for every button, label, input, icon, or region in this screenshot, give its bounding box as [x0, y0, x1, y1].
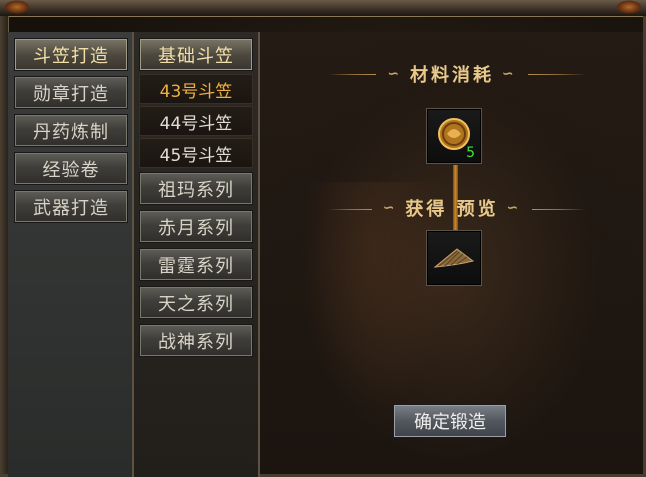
corner-ornament-icon [4, 0, 30, 14]
category-exp-scroll[interactable]: 经验卷 [14, 152, 128, 185]
material-slot[interactable]: 5 [426, 108, 482, 164]
divider-line [532, 209, 586, 210]
category-medal-crafting[interactable]: 勋章打造 [14, 76, 128, 109]
divider-line [328, 74, 376, 75]
group-zuma-series[interactable]: 祖玛系列 [139, 172, 253, 205]
crafting-detail-panel: ∽ 材料消耗 ∽ 5 ∽ 获得 预览 ∽ 确定锻造 [260, 32, 643, 474]
item-hat-45[interactable]: 45号斗笠 [139, 138, 253, 168]
category-weapon-crafting[interactable]: 武器打造 [14, 190, 128, 223]
bamboo-hat-icon [433, 248, 475, 268]
group-leiting-series[interactable]: 雷霆系列 [139, 248, 253, 281]
preview-title: ∽ 获得 预览 ∽ [372, 196, 532, 220]
divider-line [528, 74, 586, 75]
group-basic-hat[interactable]: 基础斗笠 [139, 38, 253, 71]
item-hat-44[interactable]: 44号斗笠 [139, 106, 253, 136]
group-chiyue-series[interactable]: 赤月系列 [139, 210, 253, 243]
result-preview-slot[interactable] [426, 230, 482, 286]
preview-title-text: 获得 预览 [405, 199, 499, 220]
group-tianzhi-series[interactable]: 天之系列 [139, 286, 253, 319]
group-zhanshen-series[interactable]: 战神系列 [139, 324, 253, 357]
material-count: 5 [466, 145, 475, 161]
crafting-window: 斗笠打造 勋章打造 丹药炼制 经验卷 武器打造 基础斗笠 43号斗笠 44号斗笠… [0, 0, 646, 477]
category-pill-refining[interactable]: 丹药炼制 [14, 114, 128, 147]
corner-ornament-icon [616, 0, 642, 14]
scroll-ornament-icon: ∽ [387, 66, 410, 82]
divider-line [328, 209, 372, 210]
materials-title: ∽ 材料消耗 ∽ [376, 62, 528, 86]
item-hat-43[interactable]: 43号斗笠 [139, 74, 253, 104]
window-top-border [0, 0, 646, 17]
scroll-ornament-icon: ∽ [494, 66, 517, 82]
confirm-forge-button[interactable]: 确定锻造 [393, 404, 507, 438]
category-hat-crafting[interactable]: 斗笠打造 [14, 38, 128, 71]
materials-title-text: 材料消耗 [410, 65, 494, 86]
scroll-ornament-icon: ∽ [382, 200, 406, 216]
scroll-ornament-icon: ∽ [498, 200, 522, 216]
